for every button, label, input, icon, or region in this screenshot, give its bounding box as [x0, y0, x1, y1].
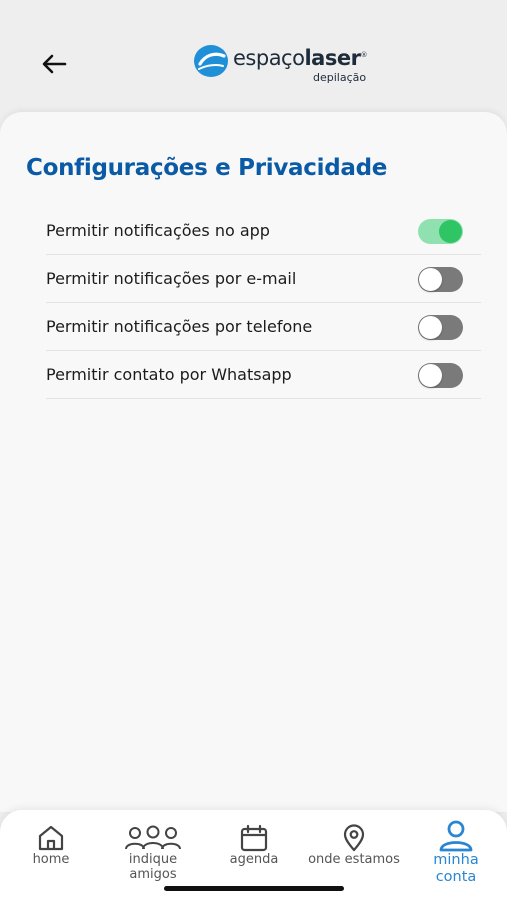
- setting-row-whatsapp-contact: Permitir contato por Whatsapp: [46, 351, 481, 399]
- people-icon: [125, 825, 181, 850]
- home-icon: [38, 825, 64, 851]
- setting-row-phone-notifications: Permitir notificações por telefone: [46, 303, 481, 351]
- toggle-app-notifications[interactable]: [418, 219, 463, 244]
- setting-label: Permitir notificações no app: [46, 221, 270, 240]
- toggle-whatsapp-contact[interactable]: [418, 363, 463, 388]
- toggle-knob: [439, 220, 462, 243]
- calendar-icon: [240, 824, 268, 852]
- brand-wordmark: espaçolaser®: [233, 46, 367, 70]
- setting-label: Permitir contato por Whatsapp: [46, 365, 292, 384]
- brand-word-light: espaço: [233, 46, 305, 70]
- user-icon: [439, 820, 473, 852]
- arrow-left-icon: [42, 54, 67, 74]
- toggle-email-notifications[interactable]: [418, 267, 463, 292]
- page-title: Configurações e Privacidade: [26, 155, 388, 181]
- setting-row-app-notifications: Permitir notificações no app: [46, 207, 481, 255]
- brand-subtitle: depilação: [313, 71, 367, 84]
- setting-row-email-notifications: Permitir notificações por e-mail: [46, 255, 481, 303]
- nav-item-minha-conta[interactable]: minha conta: [426, 820, 486, 886]
- home-indicator: [164, 886, 344, 891]
- toggle-knob: [419, 268, 442, 291]
- setting-label: Permitir notificações por telefone: [46, 317, 313, 336]
- location-pin-icon: [343, 824, 365, 852]
- registered-mark: ®: [360, 51, 367, 59]
- settings-list: Permitir notificações no app Permitir no…: [46, 207, 481, 399]
- nav-item-home[interactable]: home: [28, 824, 74, 867]
- brand-word-bold: laser: [304, 46, 361, 70]
- nav-item-indique-amigos[interactable]: indique amigos: [118, 824, 188, 882]
- brand-logo: espaçolaser® depilação: [193, 42, 383, 86]
- back-button[interactable]: [38, 50, 70, 78]
- brand-mark-icon: [194, 45, 228, 77]
- nav-label-home: home: [32, 852, 70, 867]
- nav-item-onde-estamos[interactable]: onde estamos: [304, 824, 404, 867]
- app-header: espaçolaser® depilação: [0, 0, 507, 112]
- toggle-knob: [419, 316, 442, 339]
- toggle-phone-notifications[interactable]: [418, 315, 463, 340]
- nav-label-indique-amigos: indique amigos: [128, 852, 178, 882]
- nav-label-agenda: agenda: [229, 852, 279, 867]
- nav-label-onde-estamos: onde estamos: [308, 852, 400, 867]
- setting-label: Permitir notificações por e-mail: [46, 269, 297, 288]
- nav-item-agenda[interactable]: agenda: [224, 824, 284, 867]
- nav-label-minha-conta: minha conta: [433, 852, 479, 885]
- toggle-knob: [419, 364, 442, 387]
